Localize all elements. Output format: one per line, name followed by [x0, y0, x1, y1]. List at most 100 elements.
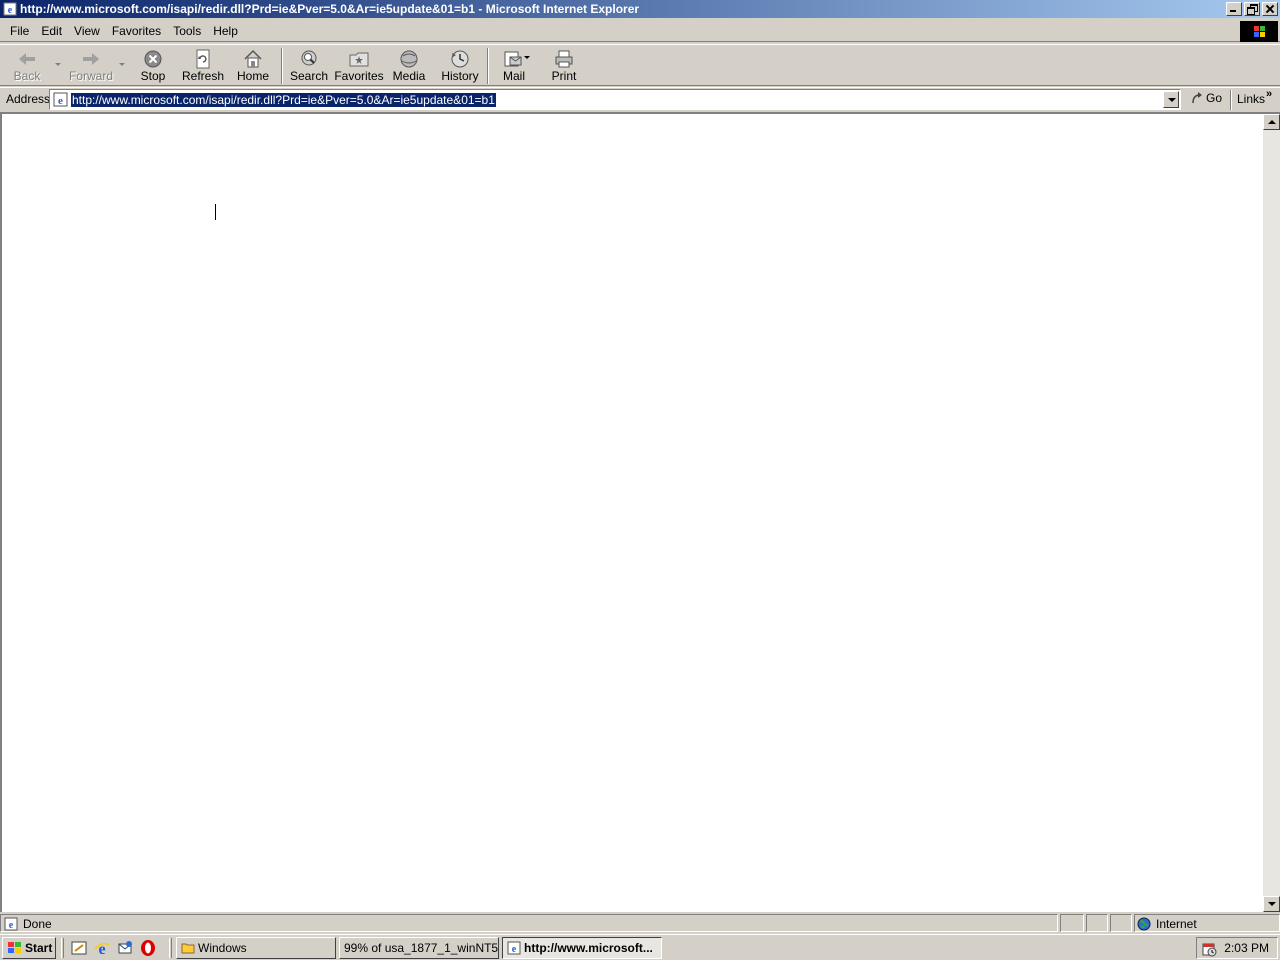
address-field[interactable]: e http://www.microsoft.com/isapi/redir.d… [49, 89, 1181, 110]
window-title: http://www.microsoft.com/isapi/redir.dll… [20, 2, 640, 16]
home-icon [244, 49, 262, 68]
quicklaunch-grip[interactable] [61, 938, 64, 958]
opera-icon[interactable] [139, 939, 157, 957]
links-button[interactable]: Links [1237, 92, 1265, 106]
start-button[interactable]: Start [2, 937, 56, 959]
address-dropdown-button[interactable] [1163, 91, 1179, 108]
text-cursor [215, 204, 217, 220]
show-desktop-icon[interactable] [70, 939, 88, 957]
clock[interactable]: 2:03 PM [1224, 941, 1269, 955]
title-bar[interactable]: e http://www.microsoft.com/isapi/redir.d… [0, 0, 1280, 18]
toolbar-separator [487, 48, 489, 84]
stop-label: Stop [140, 69, 166, 83]
page-content[interactable] [0, 112, 1280, 912]
stop-button[interactable]: Stop [134, 47, 172, 85]
back-arrow-icon [19, 53, 35, 65]
task-internet-explorer[interactable]: e http://www.microsoft... [502, 937, 662, 959]
zone-label: Internet [1156, 917, 1197, 931]
scheduler-icon[interactable] [1201, 941, 1217, 957]
address-label: Address [6, 92, 51, 106]
page-icon: e [53, 92, 68, 107]
menu-bar: File Edit View Favorites Tools Help [0, 20, 1280, 42]
menu-favorites[interactable]: Favorites [106, 21, 167, 41]
search-label: Search [289, 69, 329, 83]
back-label: Back [13, 69, 41, 83]
scroll-up-button[interactable] [1263, 114, 1280, 130]
printer-icon [555, 50, 573, 68]
windows-flag-icon [8, 942, 21, 953]
media-button[interactable]: Media [390, 47, 428, 85]
taskbar: Start e Windows 99% of usa_1877_1_winNT5… [0, 934, 1280, 960]
mail-dropdown-icon[interactable] [524, 56, 530, 59]
menu-help[interactable]: Help [207, 21, 244, 41]
mail-icon [504, 51, 522, 67]
tasks-grip[interactable] [169, 938, 172, 958]
standard-toolbar: Back Forward Stop Refresh Home Search Fa… [0, 44, 1280, 86]
forward-button[interactable]: Forward [66, 47, 116, 85]
favorites-label: Favorites [334, 69, 384, 83]
close-button[interactable] [1262, 2, 1278, 16]
forward-dropdown-icon[interactable] [119, 63, 125, 66]
stop-icon [144, 50, 162, 68]
outlook-express-icon[interactable] [116, 939, 134, 957]
home-button[interactable]: Home [234, 47, 272, 85]
internet-globe-icon [1137, 917, 1151, 931]
address-input[interactable]: http://www.microsoft.com/isapi/redir.dll… [71, 93, 496, 107]
status-pane [1060, 914, 1084, 932]
menu-tools[interactable]: Tools [167, 21, 207, 41]
history-icon [451, 50, 469, 68]
print-button[interactable]: Print [546, 47, 582, 85]
minimize-button[interactable] [1226, 2, 1242, 16]
history-label: History [441, 69, 479, 83]
search-icon [301, 50, 317, 66]
svg-text:e: e [512, 944, 517, 955]
refresh-label: Refresh [181, 69, 225, 83]
menu-view[interactable]: View [68, 21, 106, 41]
home-label: Home [236, 69, 269, 83]
task-windows-folder[interactable]: Windows [176, 937, 336, 959]
history-button[interactable]: History [440, 47, 480, 85]
back-dropdown-icon[interactable] [55, 63, 61, 66]
refresh-button[interactable]: Refresh [180, 47, 226, 85]
print-label: Print [551, 69, 577, 83]
forward-label: Forward [68, 69, 113, 83]
security-zone-pane[interactable]: Internet [1134, 914, 1280, 932]
refresh-icon [196, 49, 210, 69]
toolbar-separator [281, 48, 283, 84]
search-button[interactable]: Search [288, 47, 330, 85]
favorites-folder-icon [349, 52, 369, 67]
mail-button[interactable]: Mail [496, 47, 532, 85]
menu-file[interactable]: File [4, 21, 35, 41]
status-pane [1110, 914, 1132, 932]
ie-page-icon: e [507, 941, 521, 955]
go-button[interactable]: Go [1190, 91, 1222, 105]
media-label: Media [392, 69, 426, 83]
status-main-pane: e Done [0, 914, 1058, 932]
internet-explorer-icon[interactable]: e [93, 939, 111, 957]
task-label: 99% of usa_1877_1_winNT50... [344, 941, 499, 955]
go-arrow-icon [1192, 92, 1202, 104]
windows-logo-icon [1240, 21, 1278, 42]
go-label: Go [1206, 91, 1223, 105]
scroll-down-button[interactable] [1263, 896, 1280, 912]
mail-label: Mail [502, 69, 525, 83]
task-download-progress[interactable]: 99% of usa_1877_1_winNT50... [339, 937, 499, 959]
start-label: Start [25, 941, 53, 955]
back-button[interactable]: Back [4, 47, 50, 85]
restore-button[interactable] [1244, 2, 1260, 16]
svg-text:e: e [9, 920, 14, 931]
favorites-button[interactable]: Favorites [334, 47, 384, 85]
media-icon [400, 50, 418, 68]
folder-icon [181, 943, 195, 954]
status-bar: e Done Internet [0, 913, 1280, 933]
links-chevron-icon[interactable]: » [1266, 88, 1272, 100]
system-tray: 2:03 PM [1196, 937, 1278, 959]
status-pane [1086, 914, 1108, 932]
svg-text:e: e [58, 95, 63, 107]
task-label: http://www.microsoft... [524, 941, 653, 955]
forward-arrow-icon [83, 53, 99, 65]
ie-logo-icon[interactable]: e [3, 2, 17, 16]
vertical-scrollbar[interactable] [1263, 114, 1280, 912]
links-separator [1230, 90, 1232, 110]
menu-edit[interactable]: Edit [35, 21, 68, 41]
